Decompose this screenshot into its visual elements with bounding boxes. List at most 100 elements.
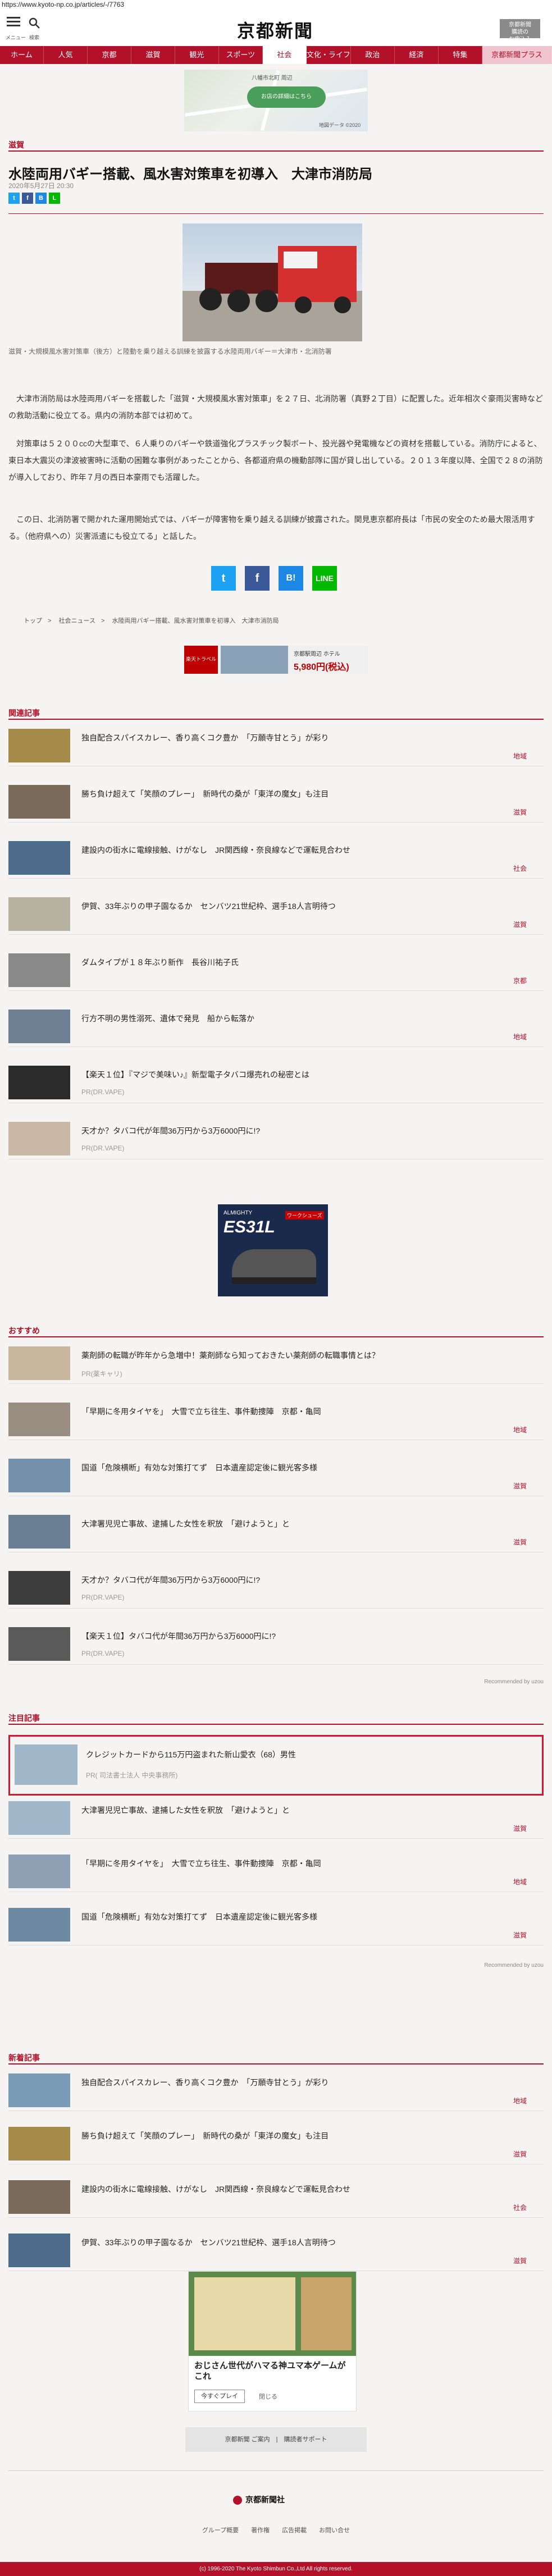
play-button[interactable]: 今すぐプレイ xyxy=(194,2390,245,2403)
nav-item[interactable]: 経済 xyxy=(395,46,439,64)
list-item-title: 「早期に冬用タイヤを」 大雪で立ち往生、事件動捜陣 京都・亀岡 xyxy=(81,1859,321,1868)
hatena-icon[interactable]: B! xyxy=(279,566,303,591)
list-item-tag[interactable]: 滋賀 xyxy=(513,1930,527,1940)
list-item[interactable]: 【楽天１位】タバコ代が年間36万円から3万6000円に!? PR(DR.VAPE) xyxy=(8,1623,544,1665)
article-section[interactable]: 滋賀 xyxy=(8,139,24,150)
nav-item[interactable]: 観光 xyxy=(175,46,219,64)
list-item-tag[interactable]: 滋賀 xyxy=(513,920,527,929)
list-item-tag[interactable]: 地域 xyxy=(513,1032,527,1042)
list-item-tag[interactable]: 滋賀 xyxy=(513,1824,527,1833)
menu-icon[interactable] xyxy=(7,17,20,29)
newest-label: 新着記事 xyxy=(8,2053,40,2062)
list-item[interactable]: 勝ち負け超えて「笑顔のプレー」 新時代の桑が「東洋の魔女」も注目 滋賀 xyxy=(8,2122,544,2164)
thumbnail xyxy=(8,785,70,819)
list-item[interactable]: ダムタイプが１８年ぶり新作 長谷川祐子氏 京都 xyxy=(8,949,544,991)
article-date: 2020年5月27日 20:30 xyxy=(8,182,74,190)
twitter-icon[interactable]: t xyxy=(211,566,236,591)
menu-label: メニュー xyxy=(6,35,26,40)
nav-item[interactable]: 文化・ライフ xyxy=(307,46,351,64)
highlighted-article[interactable]: クレジットカードから115万円盗まれた新山愛衣（68）男性 PR( 司法書士法人… xyxy=(8,1735,544,1796)
list-item-tag[interactable]: 滋賀 xyxy=(513,2256,527,2266)
list-item-tag[interactable]: 地域 xyxy=(513,2096,527,2105)
list-item-title: 建設内の街水に電線接触、けがなし JR関西線・奈良線などで運転見合わせ xyxy=(81,2185,350,2194)
footer-logo[interactable]: 京都新聞社 xyxy=(233,2494,285,2505)
list-item-tag[interactable]: 社会 xyxy=(513,864,527,873)
nav-item[interactable]: 京都新聞プラス xyxy=(482,46,552,64)
footer-links[interactable]: 京都新聞 ご案内 | 購読者サポート xyxy=(185,2427,367,2452)
nav-item[interactable]: 人気 xyxy=(44,46,88,64)
list-item-tag[interactable]: 滋賀 xyxy=(513,807,527,817)
article-paragraph: 対策車は５２００ccの大型車で、６人乗りのバギーや鉄道強化プラスチック製ボート、… xyxy=(8,439,543,482)
list-item[interactable]: 国道「危険横断」有効な対策打てず 日本遺産認定後に観光客多様 滋賀 xyxy=(8,1454,544,1496)
list-item-tag[interactable]: 京都 xyxy=(513,976,527,985)
thumbnail xyxy=(8,1571,70,1605)
twitter-icon[interactable]: t xyxy=(8,193,20,204)
list-item[interactable]: 建設内の街水に電線接触、けがなし JR関西線・奈良線などで運転見合わせ 社会 xyxy=(8,837,544,879)
hatena-icon[interactable]: B xyxy=(35,193,47,204)
list-item[interactable]: 薬剤師の転職が昨年から急増中！薬剤師なら知っておきたい薬剤師の転職事情とは？ PR… xyxy=(8,1342,544,1384)
list-item-tag[interactable]: 滋賀 xyxy=(513,1481,527,1491)
list-item-title: 天才か？タバコ代が年間36万円から3万6000円に!? xyxy=(81,1575,261,1584)
facebook-icon[interactable]: f xyxy=(245,566,270,591)
footer-nav[interactable]: グループ概要 著作権 広告掲載 お問い合せ xyxy=(0,2525,552,2534)
subscribe-button[interactable]: 京都新聞 購読の お申込み xyxy=(500,19,540,43)
game-ad[interactable]: おじさん世代がハマる神ユマ本ゲームがこれ 今すぐプレイ 閉じる xyxy=(188,2271,357,2411)
map-label: 八幡市北町 周辺 xyxy=(252,75,293,81)
list-item-tag[interactable]: 社会 xyxy=(513,2203,527,2212)
list-item[interactable]: 【楽天１位】『マジで美味い♪』新型電子タバコ爆売れの秘密とは PR(DR.VAPE… xyxy=(8,1061,544,1103)
breadcrumb-item[interactable]: 社会ニュース xyxy=(59,618,95,624)
nav-item[interactable]: 社会 xyxy=(262,46,307,64)
facebook-icon[interactable]: f xyxy=(22,193,33,204)
nav-item[interactable]: ホーム xyxy=(0,46,44,64)
list-item[interactable]: 勝ち負け超えて「笑顔のプレー」 新時代の桑が「東洋の魔女」も注目 滋賀 xyxy=(8,780,544,823)
list-item-title: クレジットカードから115万円盗まれた新山愛衣（68）男性 xyxy=(86,1750,296,1759)
list-item[interactable]: 大津署児児亡事故、逮捕した女性を釈放 「避けようと」と滋賀 xyxy=(8,1797,544,1839)
ad-detail-button[interactable]: お店の詳細はこちら xyxy=(247,86,326,108)
list-item[interactable]: 独自配合スパイスカレー、香り高くコク豊か 「万願寺甘とう」が彩り 地域 xyxy=(8,724,544,766)
main-nav: ホーム 人気 京都 滋賀 観光 スポーツ 社会 文化・ライフ 政治 経済 特集 京都新聞プラス xyxy=(0,46,552,64)
nav-item[interactable]: スポーツ xyxy=(219,46,263,64)
nav-item[interactable]: 京都 xyxy=(88,46,131,64)
site-logo[interactable]: 京都新聞 xyxy=(222,17,329,42)
list-item-title: 国道「危険横断」有効な対策打てず 日本遺産認定後に観光客多様 xyxy=(81,1912,317,1921)
list-item[interactable]: 独自配合スパイスカレー、香り高くコク豊か 「万願寺甘とう」が彩り地域 xyxy=(8,2069,544,2111)
shoe-ad[interactable]: ALMIGHTY ES31L ワークシューズ xyxy=(218,1204,328,1296)
top-ad-map[interactable]: 八幡市北町 周辺 お店の詳細はこちら 地図データ ©2020 xyxy=(184,70,368,131)
list-item-title: 大津署児児亡事故、逮捕した女性を釈放 「避けようと」と xyxy=(81,1806,290,1815)
list-item-tag[interactable]: 地域 xyxy=(513,1425,527,1435)
divider xyxy=(8,1336,544,1337)
nav-item[interactable]: 特集 xyxy=(439,46,482,64)
list-item-tag[interactable]: 滋賀 xyxy=(513,2149,527,2159)
list-item-tag[interactable]: 地域 xyxy=(513,751,527,761)
share-buttons-small: t f B L xyxy=(8,193,60,204)
ad-close[interactable]: 閉じる xyxy=(259,2392,277,2401)
list-item-title: 【楽天１位】タバコ代が年間36万円から3万6000円に!? xyxy=(81,1632,276,1641)
article-title: 水陸両用バギー搭載、風水害対策車を初導入 大津市消防局 xyxy=(8,167,372,182)
list-item-tag[interactable]: 地域 xyxy=(513,1877,527,1887)
thumbnail xyxy=(15,1744,77,1785)
list-item[interactable]: 大津署児児亡事故、逮捕した女性を釈放 「避けようと」と 滋賀 xyxy=(8,1510,544,1552)
page: https://www.kyoto-np.co.jp/articles/-/77… xyxy=(0,0,552,2576)
list-item[interactable]: 伊賀、33年ぶりの甲子園なるか センバツ21世紀枠、選手18人言明待つ 滋賀 xyxy=(8,2229,544,2271)
travel-ad[interactable]: 楽天トラベル 京都駅周辺 ホテル 5,980円(税込) xyxy=(184,646,368,674)
breadcrumb-item[interactable]: トップ xyxy=(24,618,42,624)
list-item[interactable]: 国道「危険横断」有効な対策打てず 日本遺産認定後に観光客多様滋賀 xyxy=(8,1903,544,1945)
list-item[interactable]: 建設内の街水に電線接触、けがなし JR関西線・奈良線などで運転見合わせ社会 xyxy=(8,2176,544,2218)
line-icon[interactable]: L xyxy=(49,193,60,204)
nav-item[interactable]: 政治 xyxy=(351,46,395,64)
list-item-title: 独自配合スパイスカレー、香り高くコク豊か 「万願寺甘とう」が彩り xyxy=(81,2078,329,2087)
search-icon[interactable] xyxy=(28,17,40,29)
line-icon[interactable]: LINE xyxy=(312,566,337,591)
article-photo xyxy=(183,223,362,341)
map-credit: 地図データ ©2020 xyxy=(319,122,361,128)
list-item[interactable]: 伊賀、33年ぶりの甲子園なるか センバツ21世紀枠、選手18人言明待つ滋賀 xyxy=(8,893,544,935)
list-item[interactable]: 天才か？タバコ代が年間36万円から3万6000円に!? PR(DR.VAPE) xyxy=(8,1566,544,1609)
list-item[interactable]: 天才か？タバコ代が年間36万円から3万6000円に!? PR(DR.VAPE) xyxy=(8,1117,544,1159)
list-item-title: 伊賀、33年ぶりの甲子園なるか センバツ21世紀枠、選手18人言明待つ xyxy=(81,902,336,911)
share-buttons-large: t f B! LINE xyxy=(211,566,337,591)
list-item[interactable]: 「早期に冬用タイヤを」 大雪で立ち往生、事件動捜陣 京都・亀岡地域 xyxy=(8,1850,544,1892)
list-item-tag[interactable]: 滋賀 xyxy=(513,1537,527,1547)
nav-item[interactable]: 滋賀 xyxy=(131,46,175,64)
list-item[interactable]: 「早期に冬用タイヤを」 大雪で立ち往生、事件動捜陣 京都・亀岡 地域 xyxy=(8,1398,544,1440)
list-item[interactable]: 行方不明の男性溺死、遺体で発見 船から転落か 地域 xyxy=(8,1005,544,1047)
